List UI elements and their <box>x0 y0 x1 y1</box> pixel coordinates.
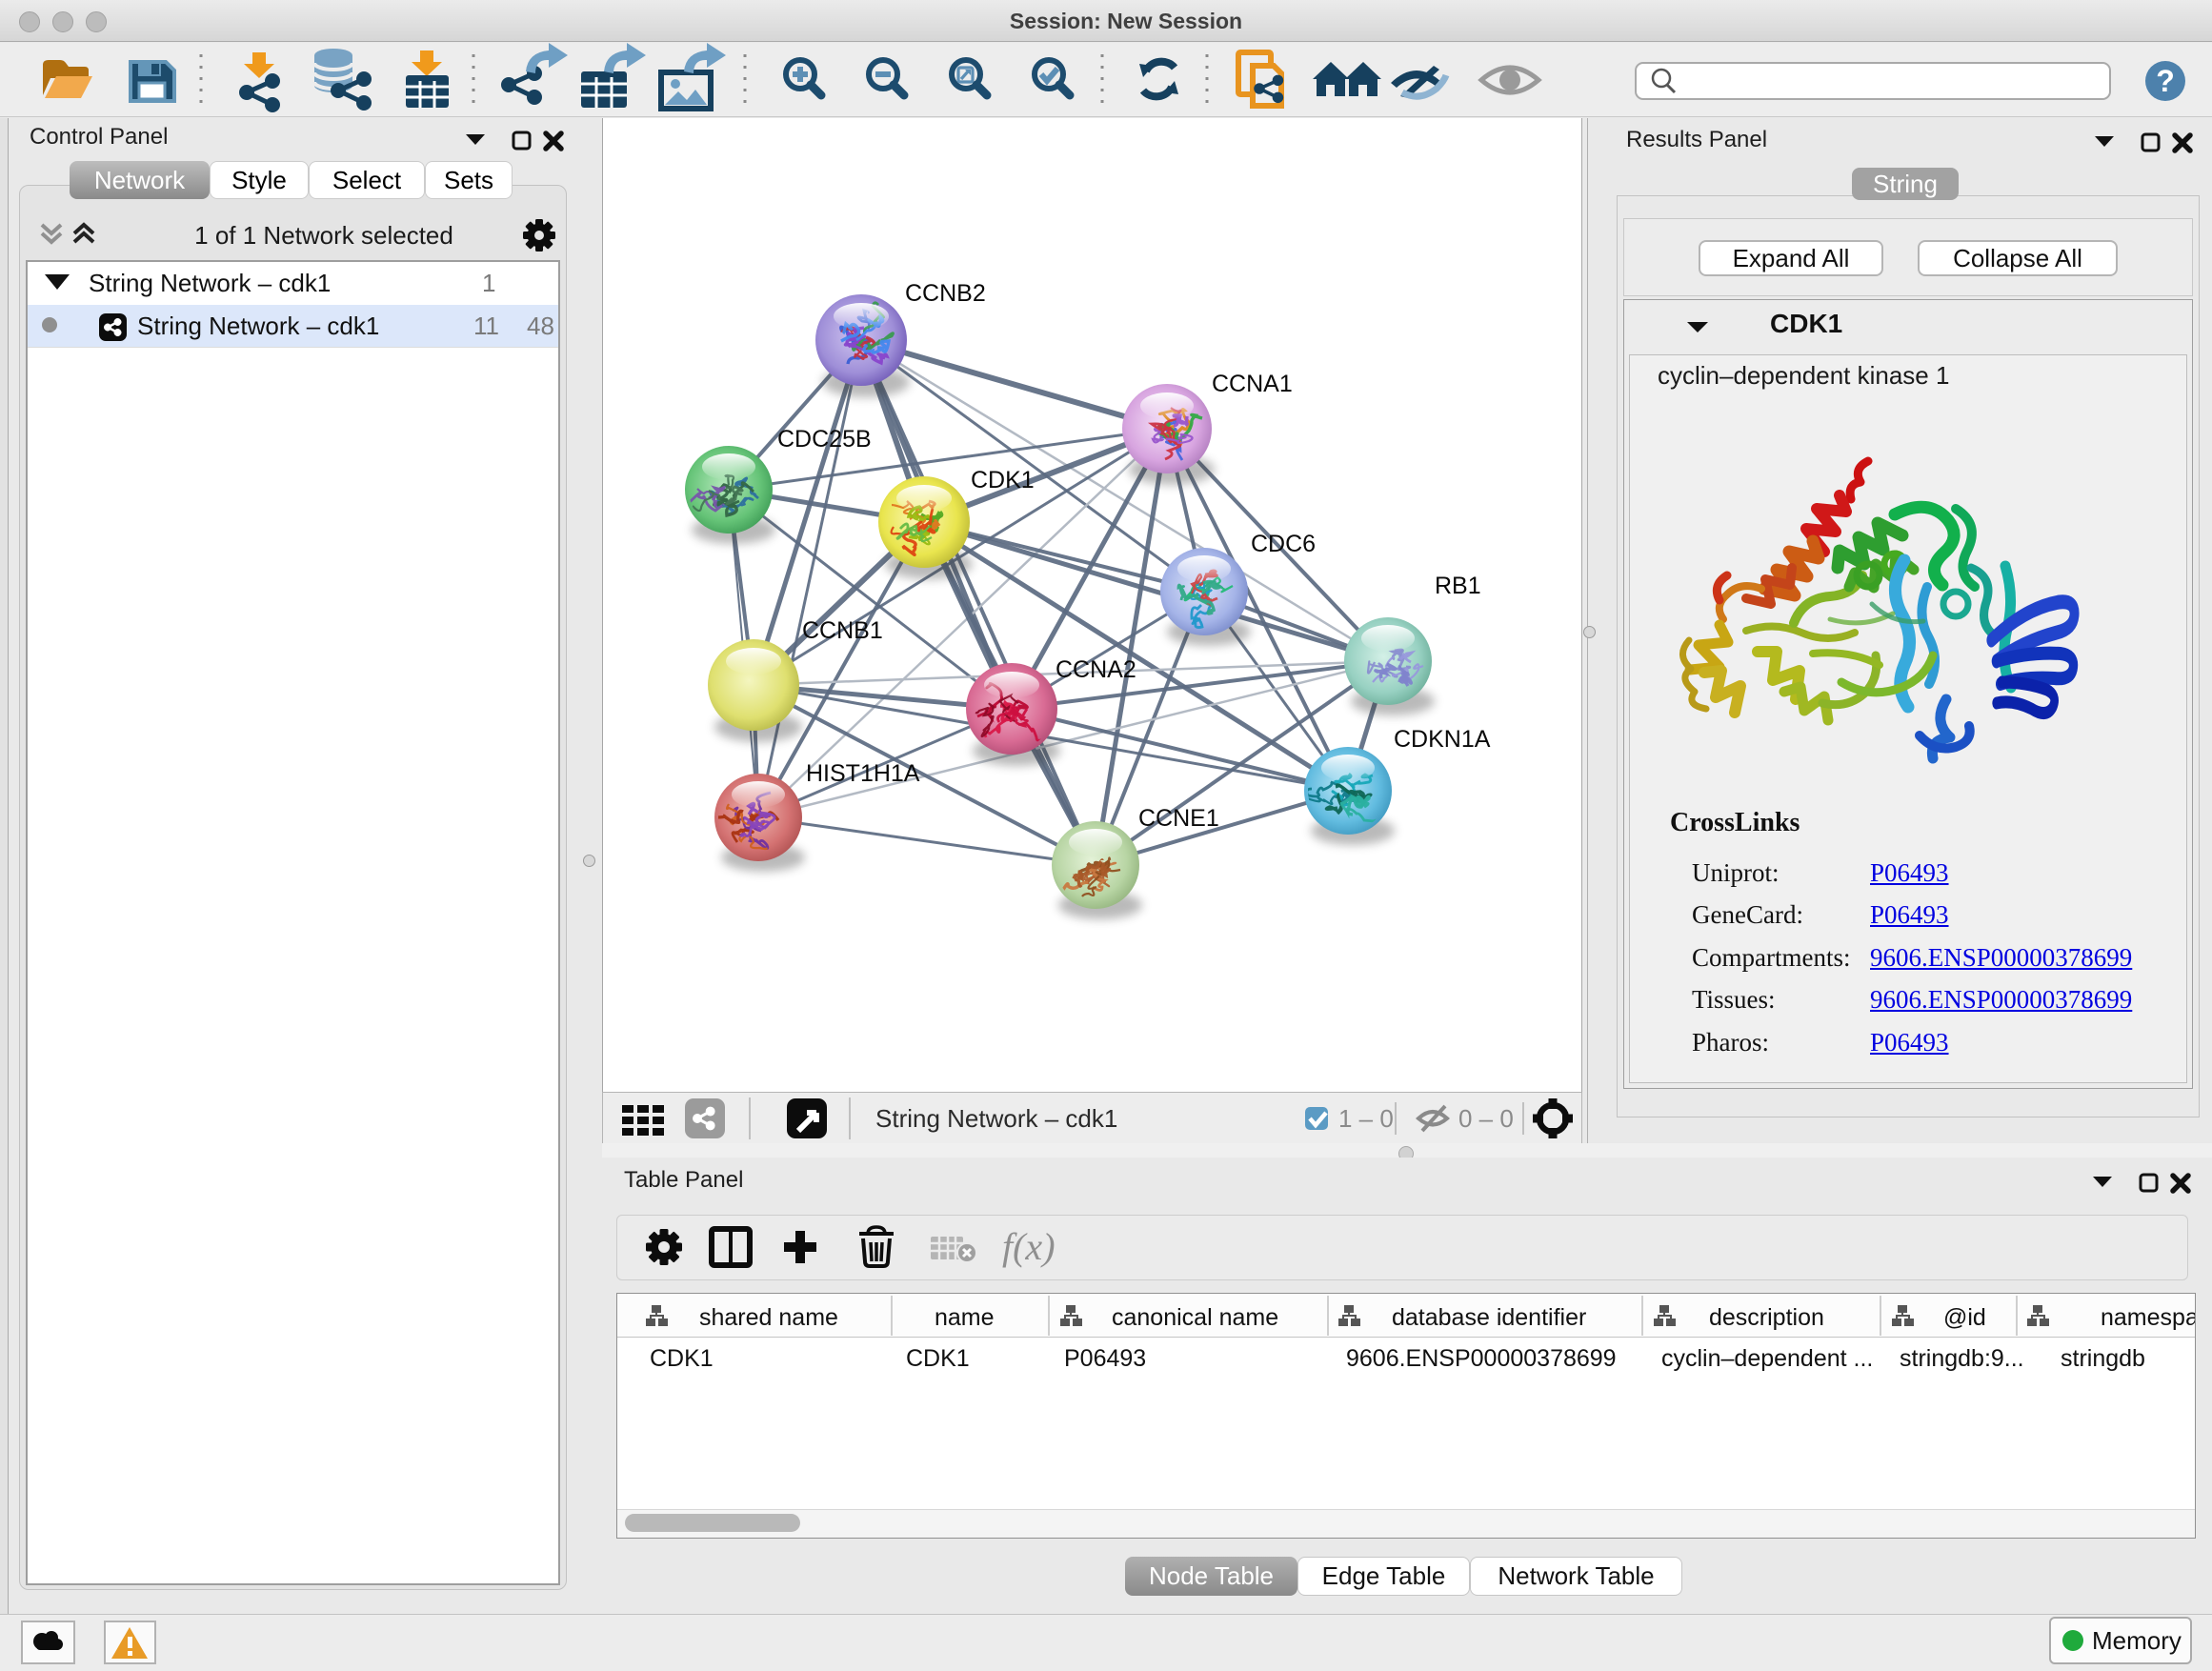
svg-text:RB1: RB1 <box>1435 573 1481 599</box>
svg-text:CDC6: CDC6 <box>1251 531 1316 557</box>
svg-text:1 – 0: 1 – 0 <box>1338 1104 1394 1133</box>
svg-text:HIST1H1A: HIST1H1A <box>806 760 920 787</box>
svg-text:CCNB2: CCNB2 <box>905 280 986 307</box>
svg-text:database identifier: database identifier <box>1392 1304 1586 1331</box>
svg-text:CDC25B: CDC25B <box>777 426 872 453</box>
svg-text:String Network – cdk1: String Network – cdk1 <box>875 1104 1117 1133</box>
svg-text:namespac: namespac <box>2101 1304 2195 1331</box>
svg-text:CCNA1: CCNA1 <box>1212 371 1293 397</box>
svg-text:0 – 0: 0 – 0 <box>1458 1104 1514 1133</box>
svg-text:name: name <box>935 1304 995 1331</box>
svg-text:CCNA2: CCNA2 <box>1056 656 1136 683</box>
svg-text:shared name: shared name <box>699 1304 838 1331</box>
svg-text:?: ? <box>2156 64 2175 98</box>
svg-text:CDK1: CDK1 <box>971 467 1035 493</box>
svg-text:CCNE1: CCNE1 <box>1138 805 1219 832</box>
svg-text:description: description <box>1709 1304 1824 1331</box>
svg-text:@id: @id <box>1943 1304 1986 1331</box>
svg-text:CDKN1A: CDKN1A <box>1394 726 1491 753</box>
svg-text:canonical name: canonical name <box>1112 1304 1278 1331</box>
svg-text:CCNB1: CCNB1 <box>802 617 883 644</box>
svg-text:f(x): f(x) <box>1002 1225 1056 1268</box>
